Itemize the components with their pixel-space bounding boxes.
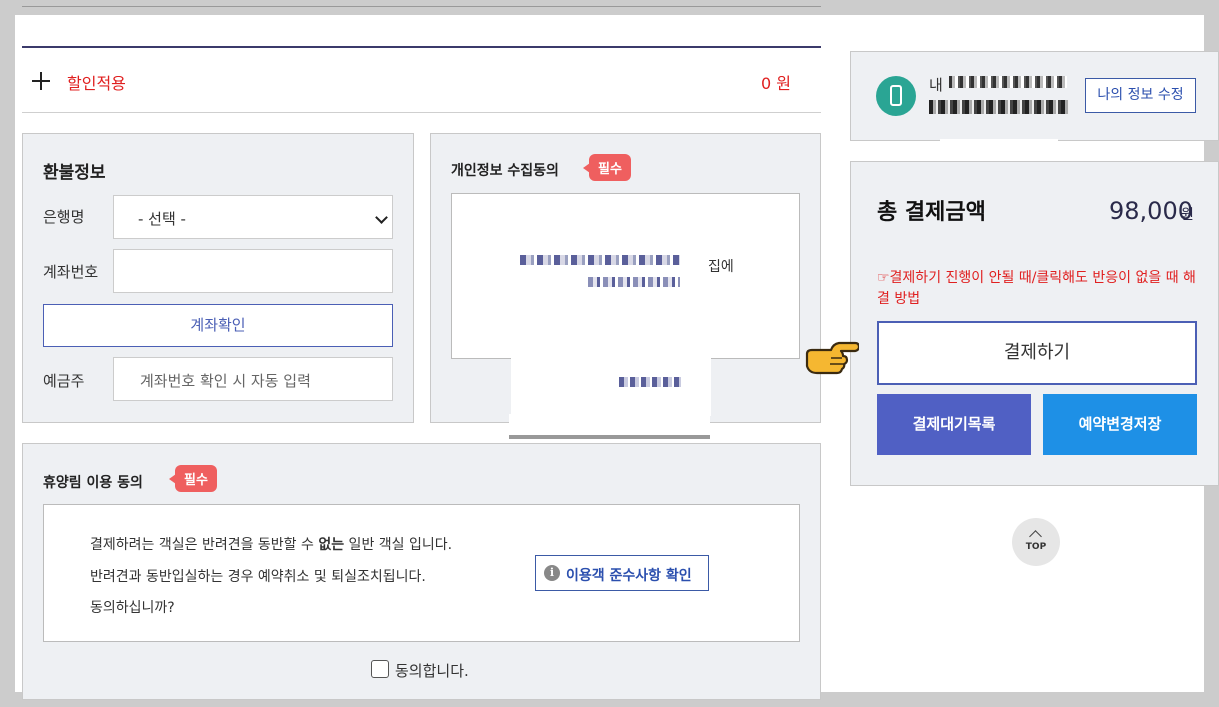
payment-wait-list-button[interactable]: 결제대기목록: [877, 394, 1031, 455]
account-number-input[interactable]: [113, 249, 393, 293]
info-icon: i: [544, 565, 560, 581]
currency-unit: 원: [1181, 207, 1194, 223]
redacted-text: [619, 377, 681, 387]
discount-label[interactable]: 할인적용: [67, 70, 126, 94]
payment-help-link[interactable]: ☞결제하기 진행이 안될 때/클릭해도 반응이 없을 때 해결 방법: [877, 268, 1197, 310]
pointing-hand-icon: [805, 341, 859, 375]
edit-my-info-button[interactable]: 나의 정보 수정: [1085, 78, 1196, 113]
redacted-text: [520, 255, 680, 265]
refund-title: 환불정보: [43, 163, 106, 183]
usage-text-box: 결제하려는 객실은 반려견을 동반할 수 없는 일반 객실 입니다. 반려견과 …: [43, 504, 800, 642]
arrow-up-icon: [1029, 530, 1042, 543]
privacy-text-box[interactable]: 집에: [451, 193, 800, 359]
pay-button[interactable]: 결제하기: [877, 321, 1197, 385]
top-label: TOP: [1025, 542, 1047, 552]
agree-label[interactable]: 동의합니다.: [395, 660, 469, 681]
account-label: 계좌번호: [43, 263, 99, 281]
account-holder-placeholder: 계좌번호 확인 시 자동 입력: [140, 372, 311, 390]
holder-label: 예금주: [43, 372, 85, 390]
usage-title: 휴양림 이용 동의: [43, 475, 143, 491]
phone-icon: [876, 76, 916, 116]
refund-info-panel: 환불정보 은행명 - 선택 - 계좌번호 계좌확인 예금주 계좌번호 확인 시 …: [22, 133, 414, 423]
discount-amount: 0 원: [761, 74, 791, 93]
redacted-text: [588, 277, 680, 287]
bank-select[interactable]: - 선택 -: [113, 195, 393, 239]
privacy-consent-panel: 개인정보 수집동의 필수 집에: [430, 133, 821, 423]
redacted-block: [511, 352, 711, 416]
scroll-top-button[interactable]: TOP: [1012, 518, 1060, 566]
redacted-phone: [929, 100, 1069, 114]
usage-line-3: 동의하십니까?: [90, 600, 175, 616]
total-amount-label: 총 결제금액: [877, 200, 986, 225]
discount-row[interactable]: 할인적용 0 원: [22, 48, 821, 113]
redacted-block: [509, 435, 710, 439]
chevron-down-icon: [375, 211, 388, 224]
divider: [22, 6, 821, 7]
payment-panel: 총 결제금액 98,000 원 ☞결제하기 진행이 안될 때/클릭해도 반응이 …: [850, 161, 1219, 486]
required-badge: 필수: [583, 154, 631, 181]
account-verify-button[interactable]: 계좌확인: [43, 304, 393, 347]
plus-icon[interactable]: [32, 72, 50, 90]
redacted-block: [581, 370, 601, 390]
bank-select-value: - 선택 -: [138, 210, 186, 228]
bank-label: 은행명: [43, 208, 85, 226]
redacted-block: [940, 139, 1058, 159]
agree-checkbox[interactable]: [371, 660, 389, 678]
privacy-text-tail: 집에: [708, 259, 734, 275]
user-info-card: 내 나의 정보 수정: [850, 51, 1219, 141]
save-reservation-change-button[interactable]: 예약변경저장: [1043, 394, 1197, 455]
rules-check-label: 이용객 준수사항 확인: [566, 568, 692, 584]
usage-line-2: 반려견과 동반입실하는 경우 예약취소 및 퇴실조치됩니다.: [90, 569, 426, 585]
account-holder-field[interactable]: 계좌번호 확인 시 자동 입력: [113, 357, 393, 401]
required-badge: 필수: [169, 465, 217, 492]
redacted-name: [949, 76, 1067, 88]
rules-check-button[interactable]: i 이용객 준수사항 확인: [535, 555, 709, 591]
usage-line-1: 결제하려는 객실은 반려견을 동반할 수 없는 일반 객실 입니다.: [90, 537, 453, 553]
user-prefix: 내: [929, 76, 943, 94]
usage-consent-panel: 휴양림 이용 동의 필수 결제하려는 객실은 반려견을 동반할 수 없는 일반 …: [22, 443, 821, 700]
privacy-title: 개인정보 수집동의: [451, 163, 559, 179]
